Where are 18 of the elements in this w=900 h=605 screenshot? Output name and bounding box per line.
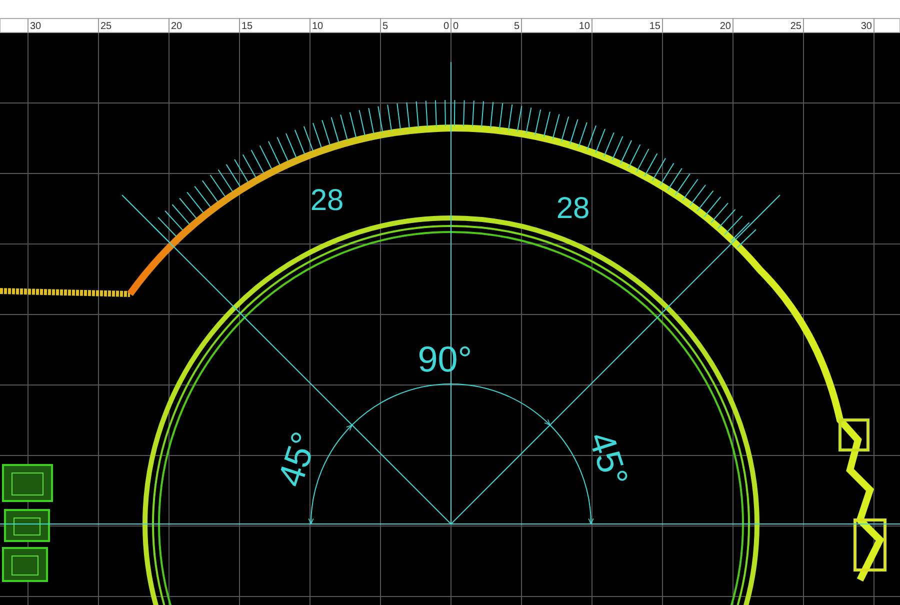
count-label: 28	[310, 184, 344, 217]
ruler-label: 25	[790, 21, 802, 32]
ruler-label: 10	[578, 21, 590, 32]
ruler-label: 20	[720, 21, 731, 32]
ruler-label: 0	[443, 21, 449, 32]
ruler-label: 20	[171, 21, 182, 32]
angle-label: 45°	[269, 426, 326, 492]
ruler-label: 10	[312, 21, 324, 32]
angle-label: 45°	[580, 426, 637, 492]
count-label: 28	[556, 192, 590, 225]
ruler-label: 30	[860, 21, 872, 32]
ruler-label: 30	[30, 21, 42, 32]
ruler-label: 5	[382, 21, 388, 32]
ruler-label: 5	[514, 21, 520, 32]
ruler-label: 25	[100, 21, 112, 32]
ruler-label: 0	[453, 21, 459, 32]
ruler-label: 15	[649, 21, 660, 32]
ruler-label: 15	[242, 21, 253, 32]
